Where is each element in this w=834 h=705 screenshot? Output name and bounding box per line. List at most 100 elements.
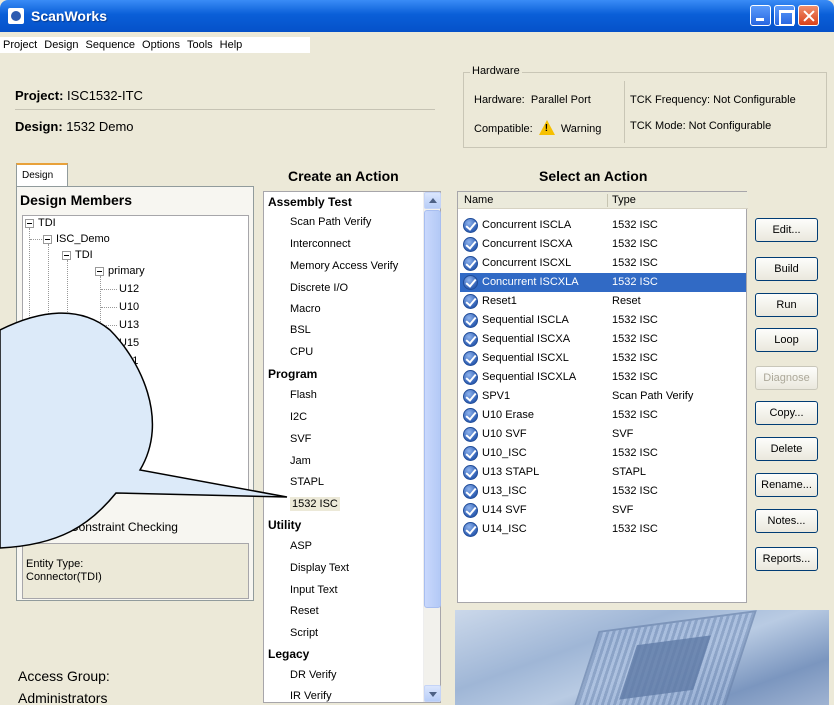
menu-tools[interactable]: Tools xyxy=(187,39,213,51)
menu-help[interactable]: Help xyxy=(220,39,243,51)
action-type-item[interactable]: Interconnect xyxy=(290,238,351,250)
action-row[interactable]: Sequential ISCXL 1532 ISC xyxy=(460,349,746,368)
action-type-item[interactable]: Flash xyxy=(290,389,317,401)
checkbox-checked-icon[interactable] xyxy=(18,520,31,533)
action-check-icon xyxy=(463,427,478,442)
column-divider[interactable] xyxy=(607,194,608,207)
hsdl-constraint-checkbox[interactable]: HSDL Constraint Checking xyxy=(18,520,178,534)
tck-frequency: TCK Frequency: Not Configurable xyxy=(630,94,796,106)
action-row[interactable]: U14 SVF SVF xyxy=(460,501,746,520)
action-row[interactable]: U13 STAPL STAPL xyxy=(460,463,746,482)
action-type-item[interactable]: IR Verify xyxy=(290,690,332,702)
action-type-item[interactable]: STAPL xyxy=(290,476,324,488)
action-type: 1532 ISC xyxy=(612,523,658,535)
action-type-item[interactable]: Discrete I/O xyxy=(290,282,348,294)
edit-button[interactable]: Edit... xyxy=(755,218,818,242)
action-row[interactable]: Sequential ISCXLA 1532 ISC xyxy=(460,368,746,387)
action-row-selected[interactable]: Concurrent ISCXLA 1532 ISC xyxy=(460,273,746,292)
minimize-button[interactable] xyxy=(750,5,771,26)
action-type-item[interactable]: Macro xyxy=(290,303,321,315)
scroll-down-icon[interactable] xyxy=(424,685,441,702)
tree-node-u12[interactable]: U12 xyxy=(119,283,139,295)
tree-node-u13[interactable]: U13 xyxy=(119,319,139,331)
tree-node-primary[interactable]: primary xyxy=(108,265,145,277)
hsdl-constraint-label: HSDL Constraint Checking xyxy=(35,520,178,534)
action-row[interactable]: Concurrent ISCXL 1532 ISC xyxy=(460,254,746,273)
action-row[interactable]: Reset1 Reset xyxy=(460,292,746,311)
action-row[interactable]: U10 Erase 1532 ISC xyxy=(460,406,746,425)
title-bar[interactable]: ScanWorks xyxy=(0,0,834,32)
build-button[interactable]: Build xyxy=(755,257,818,281)
action-type-item[interactable]: Display Text xyxy=(290,562,349,574)
action-row[interactable]: Concurrent ISCLA 1532 ISC xyxy=(460,216,746,235)
tree-node-tdi[interactable]: TDI xyxy=(75,249,93,261)
action-type-item[interactable]: Jam xyxy=(290,455,311,467)
action-row[interactable]: Sequential ISCXA 1532 ISC xyxy=(460,330,746,349)
action-row[interactable]: Sequential ISCLA 1532 ISC xyxy=(460,311,746,330)
action-type-item[interactable]: Input Text xyxy=(290,584,338,596)
action-type-item[interactable]: DR Verify xyxy=(290,669,336,681)
tree-node-u10[interactable]: U10 xyxy=(119,301,139,313)
action-row[interactable]: U10 SVF SVF xyxy=(460,425,746,444)
action-check-icon xyxy=(463,218,478,233)
action-type-item-selected[interactable]: 1532 ISC xyxy=(290,497,340,511)
tab-design[interactable]: Design xyxy=(16,163,68,186)
collapse-icon[interactable] xyxy=(43,235,52,244)
tree-node-tdo[interactable]: TDO xyxy=(102,409,125,421)
entity-info: Entity Type: Connector(TDI) xyxy=(22,543,249,599)
collapse-icon[interactable] xyxy=(25,219,34,228)
tree-node-tdi[interactable]: TDI xyxy=(38,217,56,229)
maximize-button[interactable] xyxy=(774,5,795,26)
action-name: Sequential ISCXLA xyxy=(482,371,577,383)
close-button[interactable] xyxy=(798,5,819,26)
notes-button[interactable]: Notes... xyxy=(755,509,818,533)
design-label: Design: 1532 Demo xyxy=(15,119,134,134)
action-type-item[interactable]: SVF xyxy=(290,433,311,445)
scroll-up-icon[interactable] xyxy=(424,192,441,209)
reports-button[interactable]: Reports... xyxy=(755,547,818,571)
action-type-item[interactable]: ASP xyxy=(290,540,312,552)
action-type-item[interactable]: CPU xyxy=(290,346,313,358)
create-action-list[interactable]: Assembly Test Scan Path Verify Interconn… xyxy=(263,191,441,703)
copy-button[interactable]: Copy... xyxy=(755,401,818,425)
action-type: SVF xyxy=(612,504,634,516)
action-type-item[interactable]: Script xyxy=(290,627,318,639)
action-type-item[interactable]: Memory Access Verify xyxy=(290,260,398,272)
menu-project[interactable]: Project xyxy=(3,39,37,51)
action-type: 1532 ISC xyxy=(612,371,658,383)
tree-node-u11[interactable]: U11 xyxy=(119,355,138,367)
delete-button[interactable]: Delete xyxy=(755,437,818,461)
collapse-icon[interactable] xyxy=(62,251,71,260)
rename-button[interactable]: Rename... xyxy=(755,473,818,497)
run-button[interactable]: Run xyxy=(755,293,818,317)
design-members-tree[interactable]: TDI ISC_Demo TDI primary U12 U10 U13 U15… xyxy=(22,215,249,493)
tree-node-u14[interactable]: U14 xyxy=(119,373,139,385)
action-type-item[interactable]: Reset xyxy=(290,605,319,617)
tree-node-partial[interactable]: O xyxy=(44,427,53,439)
loop-button[interactable]: Loop xyxy=(755,328,818,352)
action-row[interactable]: Concurrent ISCXA 1532 ISC xyxy=(460,235,746,254)
hardware-value: Parallel Port xyxy=(530,94,591,106)
collapse-icon[interactable] xyxy=(95,267,104,276)
menu-design[interactable]: Design xyxy=(44,39,78,51)
diagnose-button[interactable]: Diagnose xyxy=(755,366,818,390)
action-row[interactable]: U14_ISC 1532 ISC xyxy=(460,520,746,539)
column-header-name[interactable]: Name xyxy=(464,194,493,206)
action-type-item[interactable]: BSL xyxy=(290,324,311,336)
action-type-item[interactable]: Scan Path Verify xyxy=(290,216,371,228)
action-type: 1532 ISC xyxy=(612,352,658,364)
action-row[interactable]: SPV1 Scan Path Verify xyxy=(460,387,746,406)
tree-node-u15[interactable]: U15 xyxy=(119,337,139,349)
action-type-item[interactable]: I2C xyxy=(290,411,307,423)
column-header-type[interactable]: Type xyxy=(612,194,636,206)
action-name: U10_ISC xyxy=(482,447,527,459)
menu-bar: Project Design Sequence Options Tools He… xyxy=(0,32,834,59)
menu-sequence[interactable]: Sequence xyxy=(86,39,136,51)
vertical-scrollbar[interactable] xyxy=(423,192,441,702)
tree-node-isc-demo[interactable]: ISC_Demo xyxy=(56,233,110,245)
scroll-thumb[interactable] xyxy=(424,210,441,608)
action-row[interactable]: U10_ISC 1532 ISC xyxy=(460,444,746,463)
action-row[interactable]: U13_ISC 1532 ISC xyxy=(460,482,746,501)
select-action-list[interactable]: Name Type Concurrent ISCLA 1532 ISC Concu… xyxy=(457,191,748,603)
menu-options[interactable]: Options xyxy=(142,39,180,51)
